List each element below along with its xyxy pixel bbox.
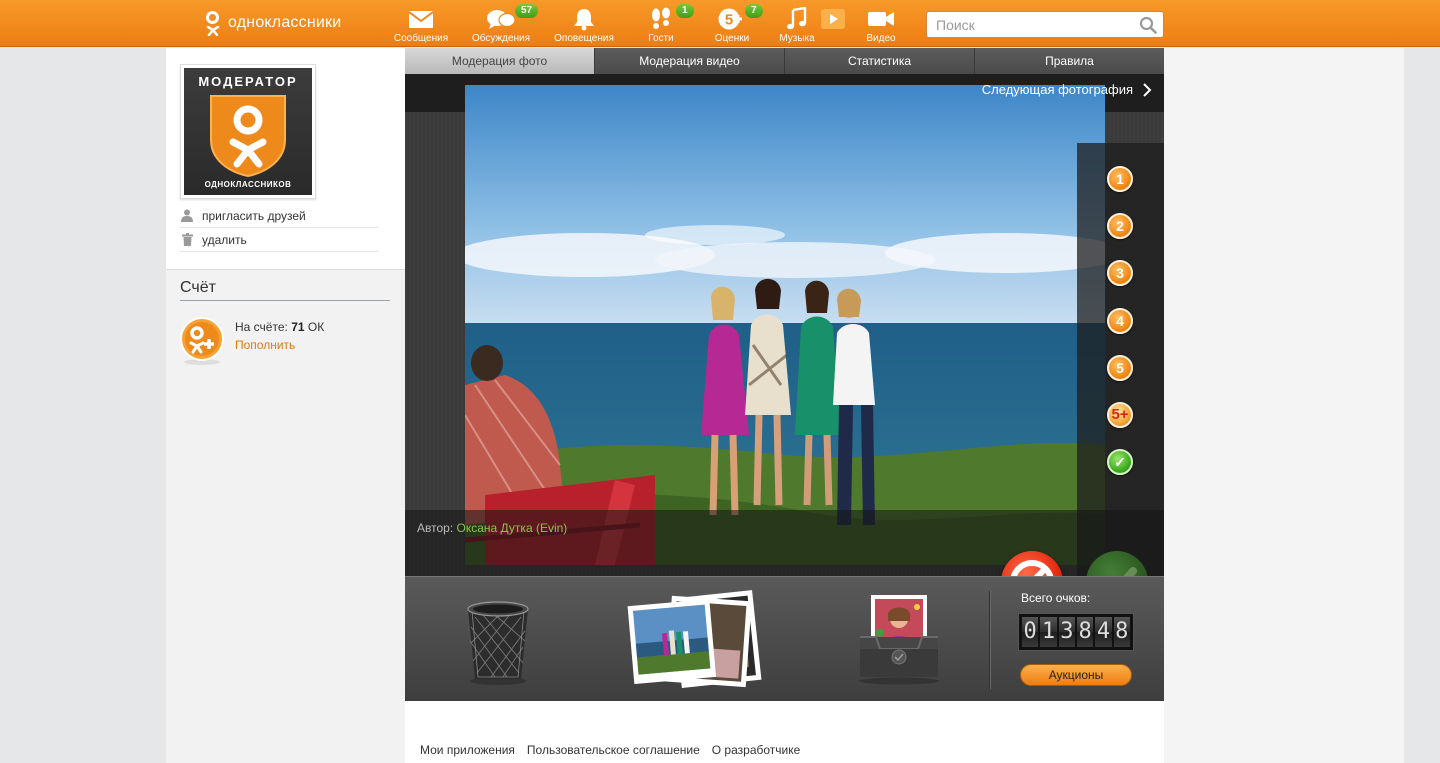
topup-link[interactable]: Пополнить (235, 338, 295, 352)
balance-currency: ОК (307, 320, 325, 334)
score-digit: 8 (1076, 617, 1094, 647)
footer-link-user-agreement[interactable]: Пользовательское соглашение (527, 743, 700, 757)
nav-label: Гости (648, 33, 674, 44)
nav-label: Оценки (714, 33, 750, 44)
tab-statistics[interactable]: Статистика (785, 48, 975, 74)
music-note-icon (782, 6, 812, 32)
tab-rules[interactable]: Правила (975, 48, 1164, 74)
rate-approve-button[interactable]: ✓ (1107, 449, 1133, 475)
avatar-title: МОДЕРАТОР (198, 74, 298, 89)
next-photo-button[interactable]: Следующая фотография (982, 82, 1152, 97)
chat-bubbles-icon (486, 6, 516, 32)
bell-icon (569, 6, 599, 32)
rate-5-plus-button[interactable]: 5+ (1107, 402, 1133, 428)
moderation-panel: Модерация фото Модерация видео Статистик… (405, 48, 1164, 763)
wastebasket-icon[interactable] (463, 597, 533, 687)
trash-icon (180, 233, 194, 247)
moderator-avatar: МОДЕРАТОР ОДНОКЛАССНИКОВ (184, 68, 312, 195)
rate-4-button[interactable]: 4 (1107, 308, 1133, 334)
rate-1-button[interactable]: 1 (1107, 166, 1133, 192)
approve-photo-button[interactable] (1086, 551, 1148, 576)
left-sidebar: МОДЕРАТОР ОДНОКЛАССНИКОВ пригласить друз… (166, 48, 405, 763)
block-photo-button[interactable] (1001, 551, 1063, 576)
score-digit: 3 (1058, 617, 1075, 647)
nav-notifications[interactable]: Оповещения (553, 4, 615, 46)
guests-badge: 1 (676, 4, 694, 18)
balance-block: На счёте: 71 ОК Пополнить (180, 315, 324, 367)
ratings-badge: 7 (745, 4, 763, 18)
tab-video-moderation[interactable]: Модерация видео (595, 48, 785, 74)
nav-video[interactable]: Видео (850, 4, 912, 46)
moderation-tray: Всего очков: 0 1 3 8 4 8 Аукционы (405, 576, 1164, 701)
rate-2-button[interactable]: 2 (1107, 213, 1133, 239)
avatar-frame[interactable]: МОДЕРАТОР ОДНОКЛАССНИКОВ (180, 64, 316, 199)
nav-label: Видео (866, 33, 896, 44)
author-prefix: Автор: (417, 521, 454, 535)
search-icon[interactable] (1139, 16, 1157, 34)
photo-stage: Следующая фотография 1 2 3 4 5 5+ ✓ Авто… (405, 74, 1164, 576)
nav-ratings[interactable]: 5 7 Оценки (701, 4, 763, 46)
next-photo-label: Следующая фотография (981, 82, 1133, 97)
person-icon (180, 209, 194, 223)
score-counter: 0 1 3 8 4 8 (1018, 613, 1134, 651)
music-play-button[interactable] (818, 4, 848, 46)
logo-text: одноклассники (228, 14, 342, 31)
score-digit: 4 (1095, 617, 1112, 647)
envelope-icon (406, 6, 436, 32)
invite-friends-link[interactable]: пригласить друзей (180, 204, 378, 228)
top-bar: одноклассники Сообщения 57 Обсуждения Оп… (0, 0, 1440, 47)
footer-link-my-apps[interactable]: Мои приложения (420, 743, 515, 757)
rating-5-icon: 5 (717, 6, 747, 32)
score-digit: 0 (1022, 617, 1039, 647)
auctions-button[interactable]: Аукционы (1020, 664, 1132, 686)
balance-text: На счёте: 71 ОК Пополнить (235, 315, 324, 367)
ok-logo-icon (204, 9, 222, 37)
nav-guests[interactable]: 1 Гости (630, 4, 694, 46)
ok-coin-icon (180, 317, 224, 365)
delete-label: удалить (202, 232, 247, 247)
nav-messages[interactable]: Сообщения (390, 4, 452, 46)
moderation-tabs: Модерация фото Модерация видео Статистик… (405, 48, 1164, 80)
tab-photo-moderation[interactable]: Модерация фото (405, 48, 595, 80)
approved-inbox-icon[interactable] (854, 593, 944, 685)
search-box (926, 11, 1164, 38)
rate-3-button[interactable]: 3 (1107, 260, 1133, 286)
score-digit: 8 (1113, 617, 1130, 647)
profile-card: МОДЕРАТОР ОДНОКЛАССНИКОВ пригласить друз… (166, 48, 405, 270)
nav-label: Обсуждения (471, 33, 531, 44)
site-logo[interactable]: одноклассники (204, 8, 341, 38)
search-input[interactable] (927, 12, 1163, 37)
svg-text:5: 5 (725, 12, 733, 29)
author-info: Автор: Оксана Дутка (Evin) (417, 521, 567, 535)
avatar-subtitle: ОДНОКЛАССНИКОВ (204, 180, 292, 189)
balance-prefix: На счёте: (235, 320, 288, 334)
footer-links: Мои приложения Пользовательское соглашен… (420, 743, 800, 757)
prohibited-icon (1010, 560, 1054, 576)
footprints-icon (646, 6, 676, 32)
nav-label: Сообщения (393, 33, 449, 44)
score-section-title: Счёт (180, 279, 390, 301)
invite-friends-label: пригласить друзей (202, 208, 306, 223)
moderated-photo (465, 85, 1105, 565)
score-digit: 1 (1040, 617, 1057, 647)
rate-5-button[interactable]: 5 (1107, 355, 1133, 381)
chevron-right-icon (1143, 82, 1152, 97)
total-score-label: Всего очков: (1021, 591, 1091, 605)
author-name-link[interactable]: Оксана Дутка (Evin) (457, 521, 568, 535)
balance-value: 71 (291, 320, 305, 334)
play-icon (818, 6, 848, 32)
footer: Мои приложения Пользовательское соглашен… (405, 701, 1164, 763)
nav-discussions[interactable]: 57 Обсуждения (470, 4, 539, 46)
photo-stack-icon[interactable] (627, 589, 767, 693)
moderator-shield-icon (210, 95, 286, 178)
delete-link[interactable]: удалить (180, 228, 378, 252)
checkmark-icon (1123, 567, 1137, 576)
nav-label: Оповещения (554, 33, 614, 44)
video-camera-icon (866, 6, 896, 32)
tray-divider (989, 591, 990, 689)
footer-link-about-developer[interactable]: О разработчике (712, 743, 801, 757)
discussions-badge: 57 (515, 4, 539, 18)
